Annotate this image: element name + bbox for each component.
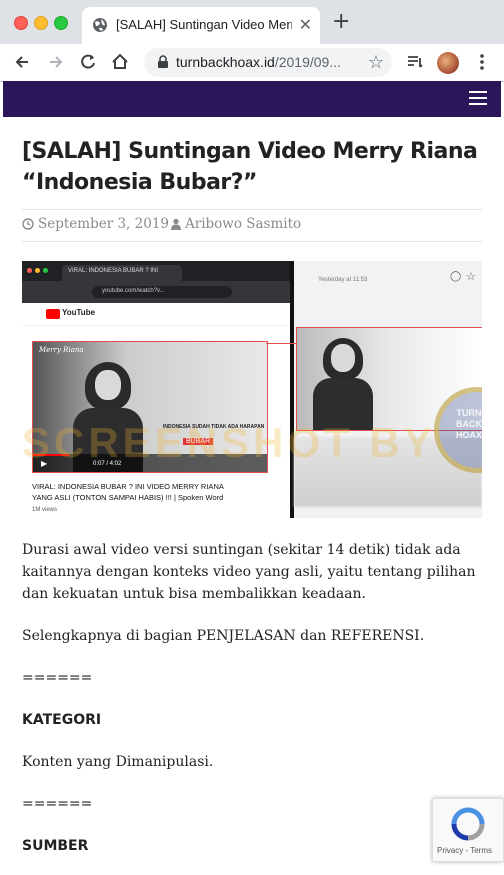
stamp-line3: HOAX — [455, 430, 482, 440]
youtube-logo-text: YouTube — [62, 308, 96, 317]
close-tab-icon[interactable]: ✕ — [299, 16, 312, 34]
recaptcha-privacy-link[interactable]: Privacy — [437, 846, 463, 855]
yt-tab-title: VIRAL: INDONESIA BUBAR ? INI — [68, 268, 159, 274]
article-date[interactable]: September 3, 2019 — [38, 216, 169, 232]
facebook-screenshot: Yesterday at 11:53 ◯ ☆ TURN BACK HOAX — [294, 261, 482, 518]
fb-post-time: Yesterday at 11:53 — [318, 277, 368, 283]
featured-image: VIRAL: INDONESIA BUBAR ? INI youtube.com… — [22, 261, 482, 518]
kategori-heading: KATEGORI — [22, 712, 102, 728]
maximize-window-button[interactable] — [54, 16, 68, 30]
sumber-heading: SUMBER — [22, 838, 89, 854]
url-text: turnbackhoax.id/2019/09... — [176, 54, 341, 70]
reading-list-icon[interactable] — [405, 52, 425, 72]
clock-icon — [22, 218, 34, 230]
new-tab-button[interactable]: + — [332, 11, 350, 33]
merry-riana-watermark: Merry Riana — [39, 346, 84, 354]
separator-1: ====== — [22, 670, 93, 686]
close-window-button[interactable] — [14, 16, 28, 30]
url-path: /2019/09... — [274, 54, 342, 70]
separator-2: ====== — [22, 796, 93, 812]
recaptcha-badge[interactable]: Privacy - Terms — [432, 798, 504, 862]
profile-avatar[interactable] — [437, 52, 459, 74]
minimize-window-button[interactable] — [34, 16, 48, 30]
star-icon: ☆ — [466, 270, 476, 283]
article-header: [SALAH] Suntingan Video Merry Riana “Ind… — [22, 136, 482, 198]
recaptcha-icon — [451, 807, 485, 841]
home-icon[interactable] — [110, 52, 130, 72]
reload-icon[interactable] — [78, 52, 98, 72]
browser-tab-bar: [SALAH] Suntingan Video Merry Riana ✕ + — [0, 0, 504, 44]
stamp-line2: BACK — [456, 419, 482, 429]
site-navbar — [3, 81, 501, 117]
screenshot-watermark: SCREENSHOT BY — [22, 419, 436, 466]
paragraph-intro: Durasi awal video versi suntingan (sekit… — [22, 542, 476, 602]
lock-icon[interactable] — [156, 55, 170, 69]
address-bar[interactable]: turnbackhoax.id/2019/09... ☆ — [144, 48, 392, 77]
video-title-line2: YANG ASLI (TONTON SAMPAI HABIS) !!! | Sp… — [32, 493, 224, 502]
stamp-line1: TURN — [456, 408, 482, 418]
more-menu-icon[interactable] — [472, 52, 492, 72]
recaptcha-terms-link[interactable]: Terms — [470, 846, 492, 855]
youtube-logo-icon — [46, 309, 60, 319]
youtube-screenshot: VIRAL: INDONESIA BUBAR ? INI youtube.com… — [22, 261, 290, 518]
hamburger-menu-icon[interactable] — [469, 91, 487, 105]
browser-tab[interactable]: [SALAH] Suntingan Video Merry Riana ✕ — [82, 7, 320, 44]
video-views: 1M views — [32, 507, 58, 513]
user-icon — [171, 218, 181, 230]
back-arrow-icon[interactable] — [12, 52, 32, 72]
browser-toolbar: turnbackhoax.id/2019/09... ☆ — [0, 44, 504, 82]
kategori-value: Konten yang Dimanipulasi. — [22, 754, 214, 770]
paragraph-more: Selengkapnya di bagian PENJELASAN dan RE… — [22, 628, 425, 644]
bookmark-star-icon[interactable]: ☆ — [368, 52, 384, 73]
globe-icon — [93, 18, 107, 32]
tab-title: [SALAH] Suntingan Video Merry Riana — [116, 17, 292, 32]
article-author[interactable]: Aribowo Sasmito — [185, 216, 301, 232]
url-host: turnbackhoax.id — [176, 54, 275, 70]
comment-icon: ◯ — [450, 271, 462, 282]
article-meta: September 3, 2019 Aribowo Sasmito — [22, 209, 482, 242]
yt-url: youtube.com/watch?v... — [102, 288, 165, 294]
forward-arrow-icon[interactable] — [46, 52, 66, 72]
video-title-line1: VIRAL: INDONESIA BUBAR ? INI VIDEO MERRY… — [32, 482, 224, 491]
article-title: [SALAH] Suntingan Video Merry Riana “Ind… — [22, 139, 478, 195]
